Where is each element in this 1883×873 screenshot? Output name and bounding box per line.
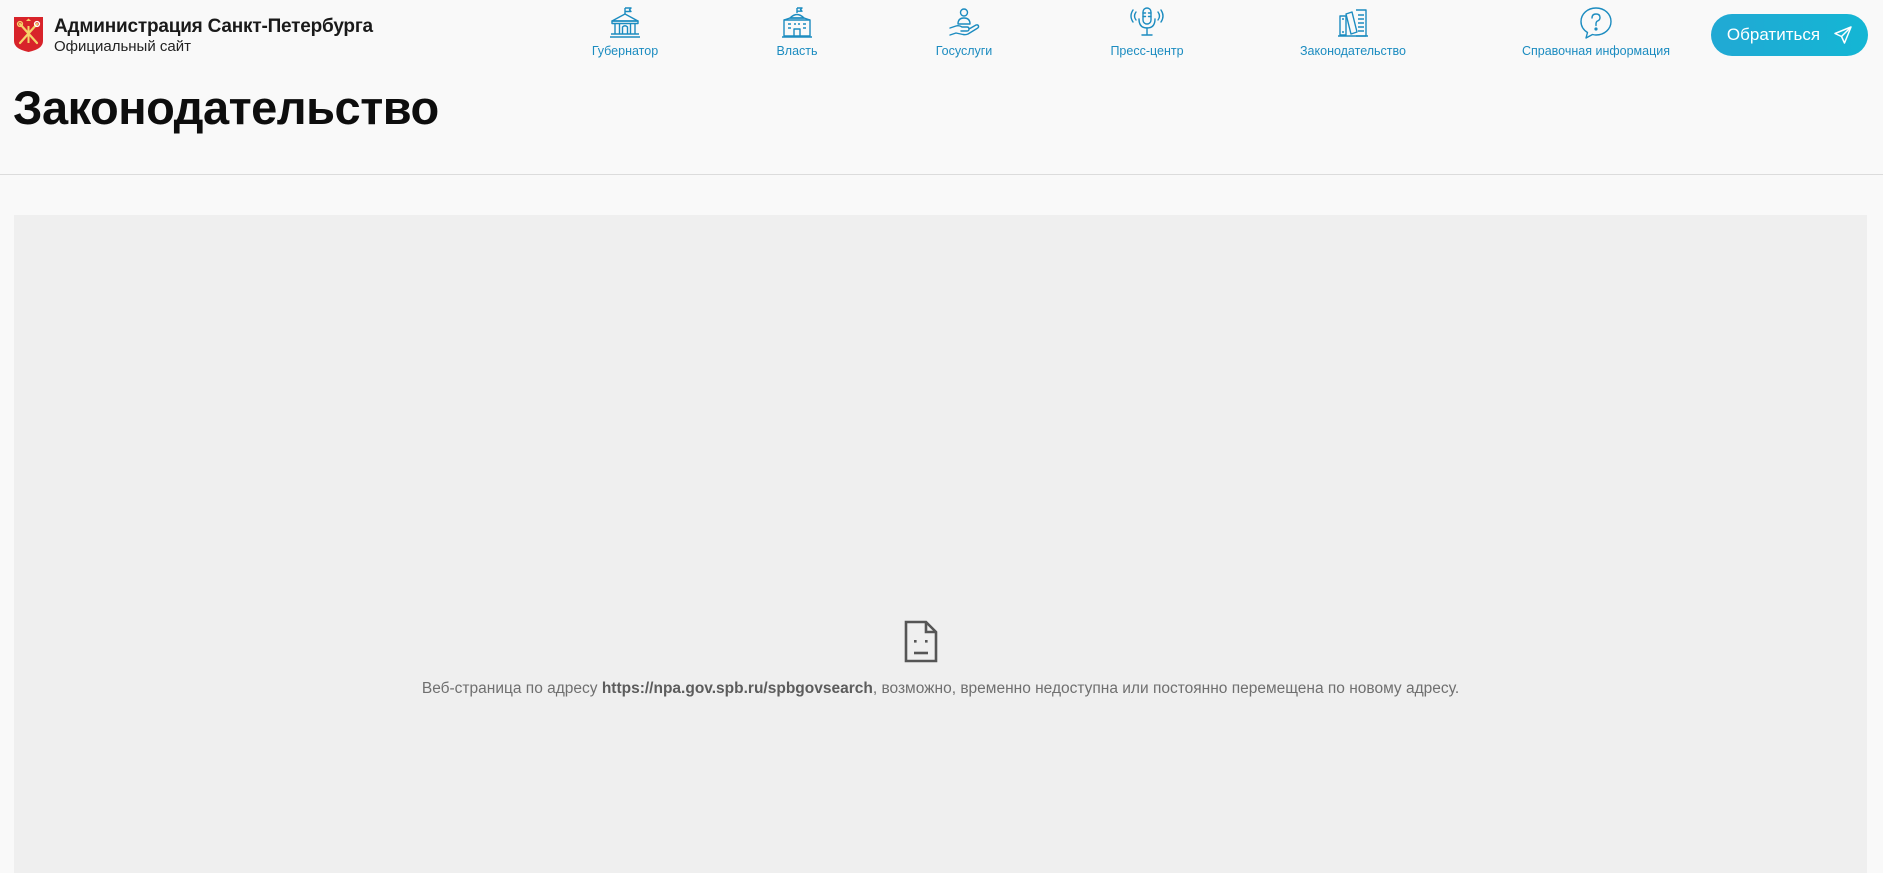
brand-title: Администрация Санкт-Петербурга (54, 16, 373, 37)
nav-item-services[interactable]: Госуслуги (884, 6, 1044, 58)
nav-item-press[interactable]: Пресс-центр (1067, 6, 1227, 58)
paper-plane-icon (1834, 26, 1852, 44)
brand-subtitle: Официальный сайт (54, 38, 191, 55)
services-hand-icon (949, 8, 980, 36)
nav-label: Справочная информация (1521, 44, 1671, 58)
government-building-icon (782, 7, 812, 38)
contact-button[interactable]: Обратиться (1711, 14, 1868, 56)
error-text-after: , возможно, временно недоступна или пост… (872, 680, 1460, 697)
nav-item-power[interactable]: Власть (717, 6, 877, 58)
header-divider (0, 174, 1883, 175)
nav-label: Госуслуги (935, 44, 993, 58)
nav-item-governor[interactable]: Губернатор (545, 6, 705, 58)
nav-label: Власть (776, 44, 818, 58)
contact-button-label: Обратиться (1726, 25, 1821, 44)
page-title: Законодательство (13, 81, 439, 134)
microphone-icon (1130, 7, 1164, 36)
nav-item-reference[interactable]: Справочная информация (1516, 6, 1676, 58)
error-text-before: Веб-страница по адресу (421, 680, 602, 697)
nav-item-legislation[interactable]: Законодательство (1273, 6, 1433, 58)
question-bubble-icon (1580, 7, 1612, 39)
broken-page-icon (904, 620, 938, 663)
site-header: Администрация Санкт-Петербурга Официальн… (0, 0, 1883, 72)
law-books-icon (1338, 9, 1368, 37)
embedded-frame[interactable]: Веб-страница по адресу https://npa.gov.s… (14, 215, 1867, 873)
error-message: Веб-страница по адресу https://npa.gov.s… (14, 680, 1867, 698)
nav-label: Губернатор (591, 44, 659, 58)
nav-label: Пресс-центр (1110, 44, 1184, 58)
spb-coat-of-arms-icon[interactable] (14, 17, 43, 52)
governor-building-icon (610, 7, 640, 38)
brand[interactable]: Администрация Санкт-Петербурга Официальн… (54, 16, 373, 55)
nav-label: Законодательство (1300, 44, 1406, 58)
error-url: https://npa.gov.spb.ru/spbgovsearch (601, 680, 873, 697)
